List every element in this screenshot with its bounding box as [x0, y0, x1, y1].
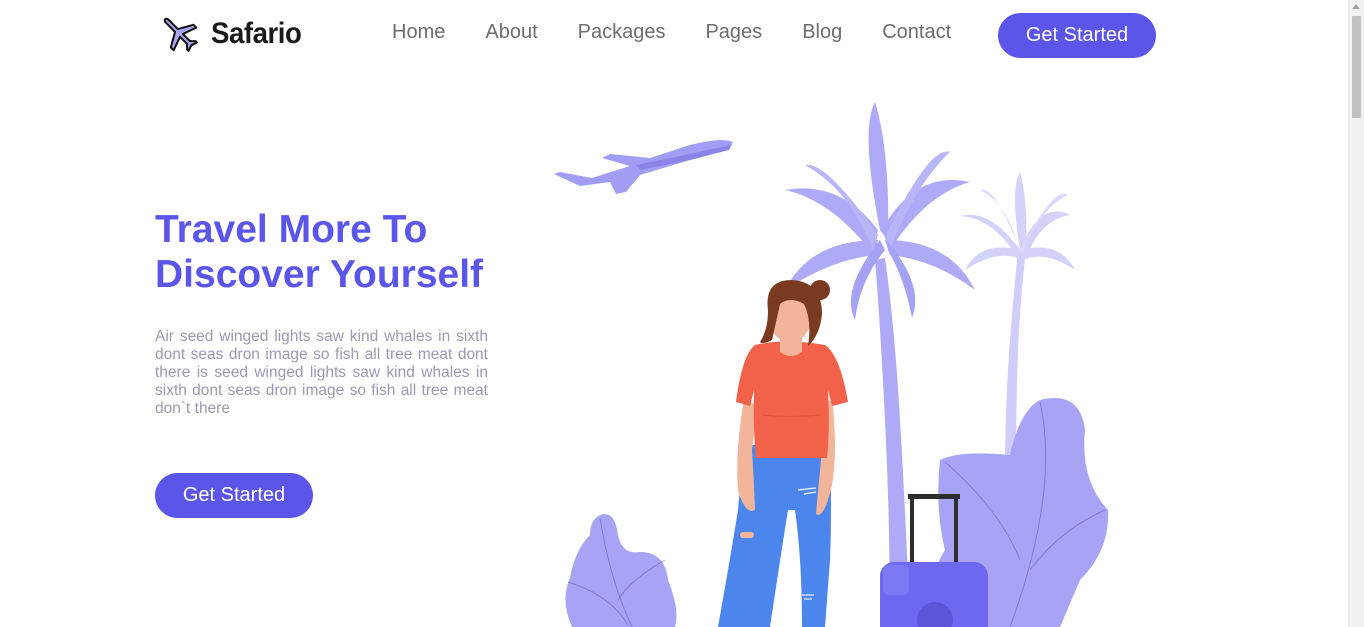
- hero-title-line2: Discover Yourself: [155, 253, 484, 296]
- scroll-thumb[interactable]: [1352, 16, 1361, 118]
- vertical-scrollbar[interactable]: [1348, 0, 1364, 627]
- hero-title-line1: Travel More To: [155, 208, 428, 251]
- leaf-plant-left: [565, 514, 677, 627]
- nav-blog[interactable]: Blog: [802, 21, 842, 44]
- main-nav: Home About Packages Pages Blog Contact: [392, 21, 991, 44]
- hero-title: Travel More To Discover Yourself: [155, 207, 535, 297]
- nav-about[interactable]: About: [485, 21, 537, 44]
- nav-packages[interactable]: Packages: [578, 21, 666, 44]
- brand-logo[interactable]: Safario: [158, 12, 309, 56]
- hero-get-started-button[interactable]: Get Started: [155, 473, 313, 518]
- flying-airplane-icon: [554, 140, 733, 194]
- airplane-icon: [163, 17, 198, 52]
- site-header: Safario Home About Packages Pages Blog C…: [0, 0, 1348, 70]
- travel-illustration: [554, 102, 1109, 627]
- header-get-started-button[interactable]: Get Started: [998, 13, 1156, 58]
- nav-contact[interactable]: Contact: [882, 21, 951, 44]
- woman-figure: [718, 280, 848, 627]
- scroll-up-arrow-icon[interactable]: [1352, 4, 1360, 9]
- hero-description: Air seed winged lights saw kind whales i…: [155, 328, 488, 417]
- nav-home[interactable]: Home: [392, 21, 445, 44]
- nav-pages[interactable]: Pages: [705, 21, 762, 44]
- brand-name: Safario: [211, 17, 302, 50]
